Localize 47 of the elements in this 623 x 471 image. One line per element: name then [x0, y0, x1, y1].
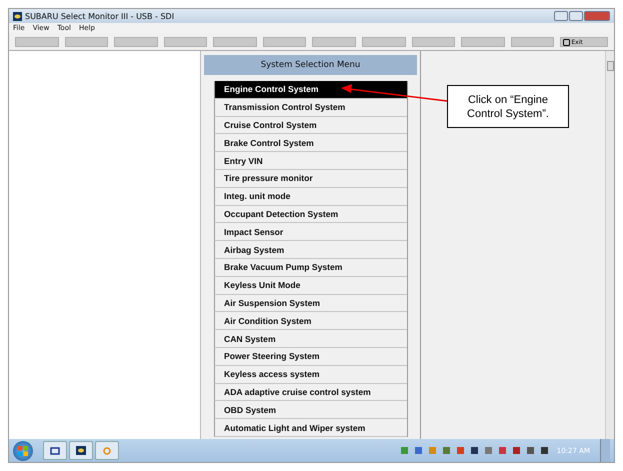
function-key-button[interactable]	[412, 37, 456, 47]
minimize-button[interactable]	[554, 11, 568, 21]
system-menu-item[interactable]: Tire pressure monitor	[214, 170, 407, 188]
system-menu-item[interactable]: Brake Vacuum Pump System	[214, 258, 407, 277]
function-key-button[interactable]	[164, 37, 208, 47]
taskbar-app-button[interactable]	[69, 441, 93, 460]
function-key-button[interactable]	[64, 37, 108, 47]
system-menu-item[interactable]: Cruise Control System	[214, 116, 407, 134]
system-menu-item[interactable]: Keyless access system	[214, 366, 407, 384]
function-key-button[interactable]	[262, 37, 306, 47]
app-logo-icon	[76, 446, 86, 455]
ring-icon	[102, 446, 112, 455]
menu-header: System Selection Menu	[204, 55, 417, 75]
system-menu-item[interactable]: ADA adaptive cruise control system	[214, 384, 407, 402]
system-menu-item[interactable]: Entry VIN	[214, 152, 407, 170]
system-menu-item[interactable]: Integ. unit mode	[214, 188, 407, 206]
system-menu-item[interactable]: Engine Control System	[214, 81, 407, 99]
function-key-button[interactable]	[312, 37, 356, 47]
function-key-button[interactable]	[114, 37, 158, 47]
function-key-button[interactable]	[461, 37, 505, 47]
system-menu-item[interactable]: Air Suspension System	[214, 294, 407, 312]
system-menu-item[interactable]: Power Steering System	[214, 348, 407, 366]
system-menu-item[interactable]: Airbag System	[214, 241, 407, 259]
exit-icon	[563, 38, 570, 46]
taskbar-window-button[interactable]	[43, 441, 67, 460]
windows-logo-icon	[18, 446, 28, 456]
window-title: SUBARU Select Monitor III - USB - SDI	[25, 12, 174, 20]
function-key-button[interactable]	[362, 37, 406, 47]
scrollbar[interactable]	[605, 51, 614, 439]
system-menu-item[interactable]: Brake Control System	[214, 134, 407, 152]
system-menu-item[interactable]: Transmission Control System	[214, 98, 407, 117]
function-key-button[interactable]	[15, 37, 59, 47]
app-logo-icon	[13, 12, 22, 20]
system-menu-item[interactable]: Automatic Light and Wiper system	[214, 419, 407, 437]
callout-note: Click on “Engine Control System”.	[447, 85, 569, 128]
system-menu-item[interactable]: Impact Sensor	[214, 223, 407, 242]
system-menu-item[interactable]: CAN System	[214, 330, 407, 348]
system-menu-item[interactable]: OBD System	[214, 401, 407, 420]
function-key-button[interactable]	[510, 37, 554, 47]
window-icon	[50, 446, 60, 454]
start-button[interactable]	[13, 440, 33, 460]
function-key-button[interactable]	[213, 37, 257, 47]
system-menu-item[interactable]: Air Condition System	[214, 312, 407, 330]
system-menu-item[interactable]: Keyless Unit Mode	[214, 276, 407, 295]
maximize-button[interactable]	[569, 11, 583, 21]
system-menu-item[interactable]: Occupant Detection System	[214, 206, 407, 224]
show-desktop-button[interactable]	[600, 439, 610, 462]
